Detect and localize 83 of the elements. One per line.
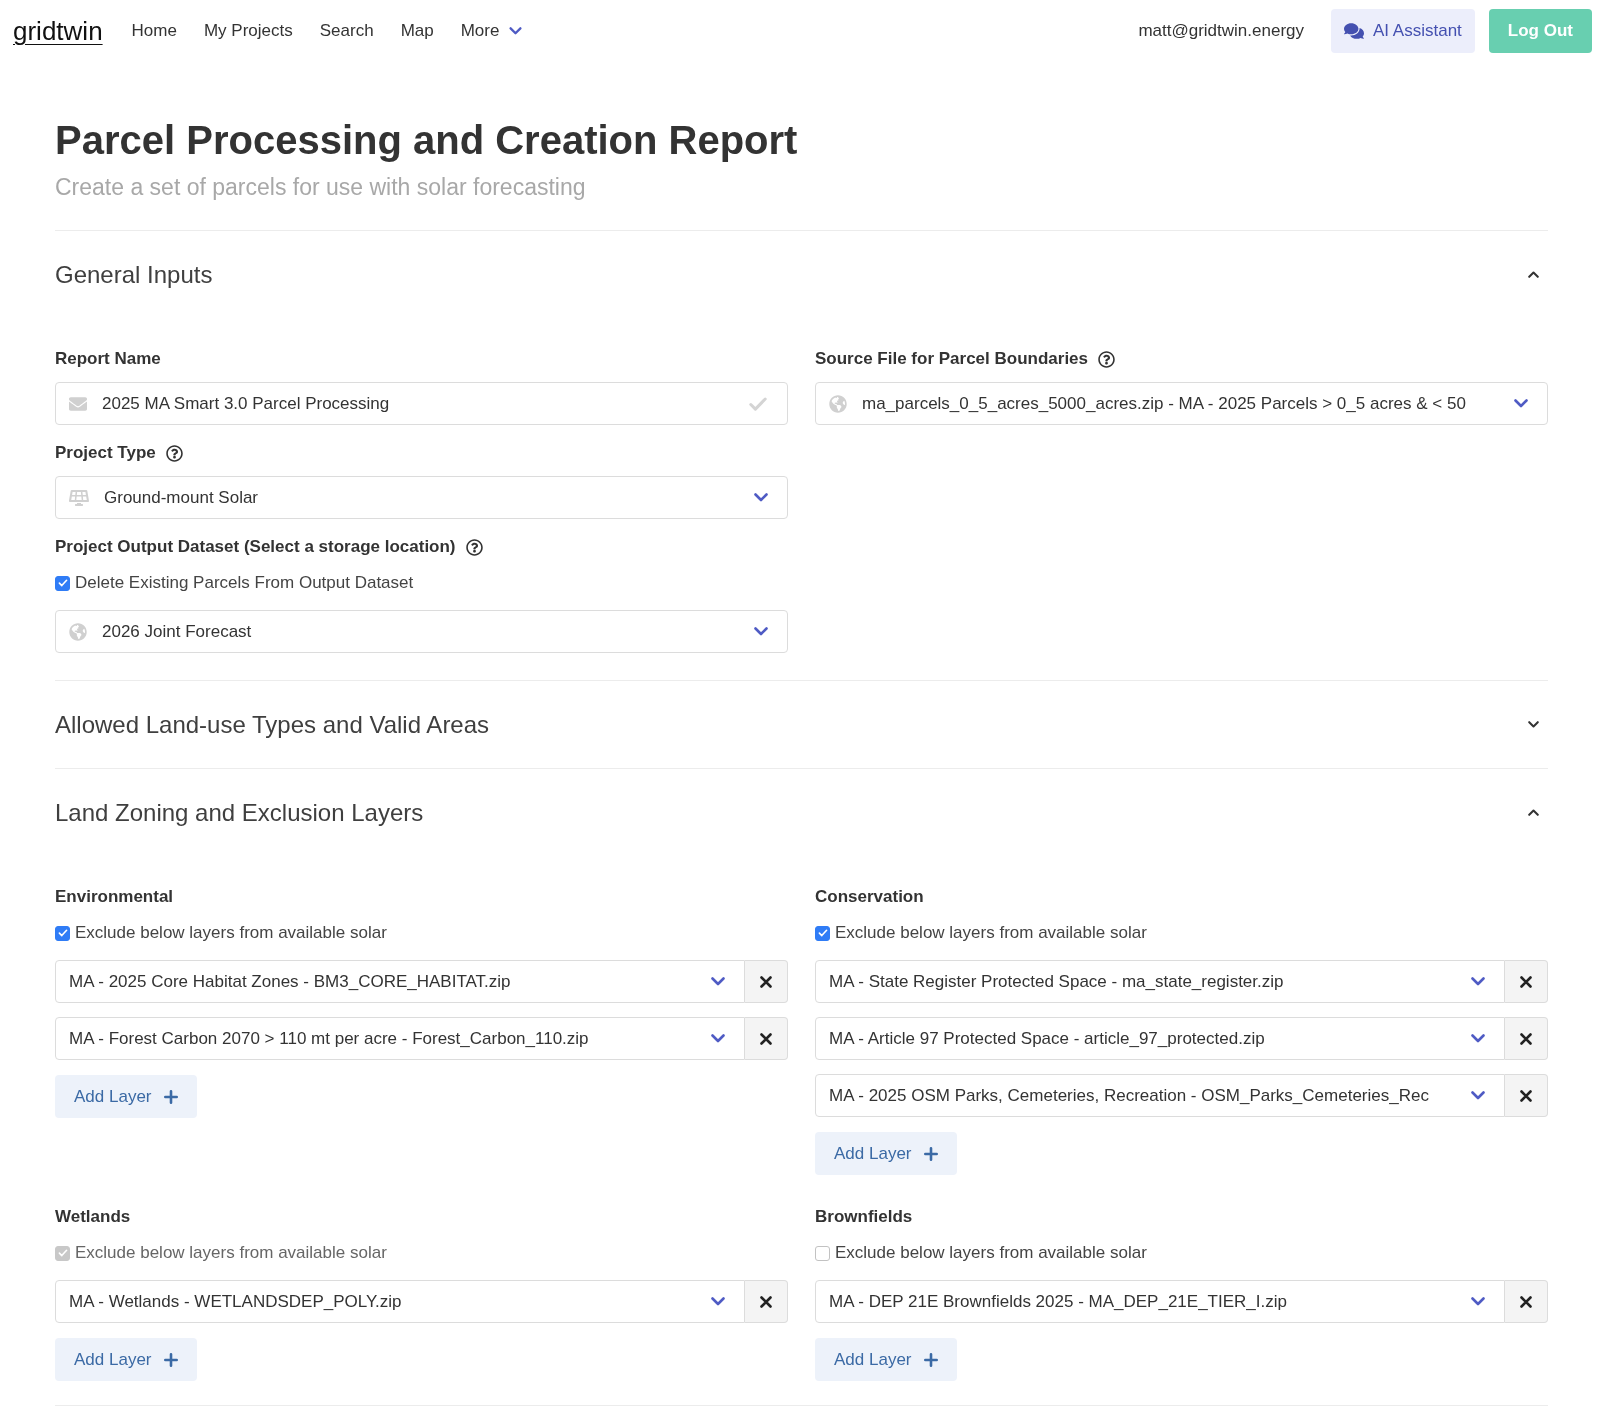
layer-select[interactable]: MA - 2025 Core Habitat Zones - BM3_CORE_HABITAT.zip — [55, 960, 745, 1003]
section-header[interactable]: Allowed Land-use Types and Valid Areas — [55, 680, 1548, 768]
chevron-down-icon — [1514, 399, 1528, 408]
checkbox-label: Exclude below layers from available solar — [835, 922, 1147, 944]
nav-link[interactable]: Search — [319, 18, 374, 44]
page-subtitle: Create a set of parcels for use with solar forecasting — [55, 173, 587, 201]
checkbox-label: Exclude below layers from available solar — [75, 922, 387, 944]
checkbox-label: Exclude below layers from available solar — [75, 1242, 387, 1264]
chevron-down-icon — [711, 1297, 725, 1306]
close-icon — [1520, 1295, 1532, 1308]
remove-layer-button[interactable] — [745, 960, 788, 1003]
page-title: Parcel Processing and Creation Report — [55, 117, 799, 164]
checkbox-label: Delete Existing Parcels From Output Dataset — [75, 572, 414, 594]
logo[interactable]: gridtwin — [13, 16, 103, 46]
chevron-down-icon — [754, 627, 768, 636]
remove-layer-button[interactable] — [1505, 1074, 1548, 1117]
ai-assistant-button[interactable]: AI Assistant — [1331, 9, 1475, 53]
solar-panel-icon — [69, 489, 89, 506]
add-layer-button[interactable]: Add Layer — [815, 1132, 957, 1175]
chevron-down-icon — [711, 1034, 725, 1043]
user-email: matt@gridtwin.energy — [1138, 20, 1304, 43]
checkbox[interactable] — [815, 1245, 830, 1261]
close-icon — [760, 1032, 772, 1045]
layer-select[interactable]: MA - Forest Carbon 2070 > 110 mt per acre - Forest_Carbon_110.zip — [55, 1017, 745, 1060]
select-field[interactable]: Ground-mount Solar — [55, 476, 788, 519]
field-label: Wetlands — [55, 1206, 131, 1228]
layer-select[interactable]: MA - 2025 OSM Parks, Cemeteries, Recreation - OSM_Parks_Cemeteries_Rec — [815, 1074, 1505, 1117]
field-label: Project Type — [55, 442, 156, 464]
chat-bubbles-icon — [1344, 22, 1364, 40]
more-menu[interactable]: More — [460, 18, 523, 44]
layer-select[interactable]: MA - DEP 21E Brownfields 2025 - MA_DEP_21E_TIER_I.zip — [815, 1280, 1505, 1323]
close-icon — [760, 975, 772, 988]
plus-icon — [163, 1352, 178, 1367]
remove-layer-button[interactable] — [745, 1280, 788, 1323]
field-label: Conservation — [815, 886, 924, 908]
checkbox-label: Exclude below layers from available solar — [835, 1242, 1147, 1264]
chevron-down-icon — [509, 27, 523, 35]
remove-layer-button[interactable] — [745, 1017, 788, 1060]
close-icon — [760, 1295, 772, 1308]
layer-select[interactable]: MA - Wetlands - WETLANDSDEP_POLY.zip — [55, 1280, 745, 1323]
select-field[interactable]: 2026 Joint Forecast — [55, 610, 788, 653]
chevron-down-icon — [1471, 977, 1485, 986]
help-icon — [465, 538, 483, 556]
close-icon — [1520, 975, 1532, 988]
nav-link[interactable]: Map — [400, 18, 434, 44]
chevron-down-icon — [1471, 1034, 1485, 1043]
help-icon — [1098, 350, 1116, 368]
chevron-down-icon — [1471, 1091, 1485, 1100]
chevron-down-icon — [1471, 1297, 1485, 1306]
globe-icon — [829, 394, 847, 413]
add-layer-button[interactable]: Add Layer — [55, 1338, 197, 1381]
check-icon — [749, 396, 767, 411]
remove-layer-button[interactable] — [1505, 1017, 1548, 1060]
field-label: Environmental — [55, 886, 174, 908]
chevron-down-icon — [711, 977, 725, 986]
plus-icon — [163, 1089, 178, 1104]
nav-link[interactable]: My Projects — [203, 18, 293, 44]
section-header[interactable]: General Inputs — [55, 230, 1548, 318]
section-header[interactable]: Land Zoning and Exclusion Layers — [55, 768, 1548, 856]
remove-layer-button[interactable] — [1505, 960, 1548, 1003]
remove-layer-button[interactable] — [1505, 1280, 1548, 1323]
add-layer-button[interactable]: Add Layer — [55, 1075, 197, 1118]
plus-icon — [923, 1352, 938, 1367]
checkbox[interactable] — [55, 925, 70, 941]
select-field[interactable]: ma_parcels_0_5_acres_5000_acres.zip - MA - 2025 Parcels > 0_5 acres & < 50 — [815, 382, 1548, 425]
field-label: Project Output Dataset (Select a storage location) — [55, 536, 456, 558]
checkbox[interactable] — [55, 575, 70, 591]
close-icon — [1520, 1089, 1532, 1102]
help-icon — [165, 444, 183, 462]
field-label: Report Name — [55, 348, 161, 370]
text-field[interactable]: 2025 MA Smart 3.0 Parcel Processing — [55, 382, 788, 425]
field-label: Source File for Parcel Boundaries — [815, 348, 1089, 370]
globe-icon — [69, 622, 87, 641]
plus-icon — [923, 1146, 938, 1161]
layer-select[interactable]: MA - Article 97 Protected Space - article_97_protected.zip — [815, 1017, 1505, 1060]
checkbox[interactable] — [815, 925, 830, 941]
envelope-icon — [69, 394, 87, 413]
field-label: Brownfields — [815, 1206, 913, 1228]
layer-select[interactable]: MA - State Register Protected Space - ma_state_register.zip — [815, 960, 1505, 1003]
add-layer-button[interactable]: Add Layer — [815, 1338, 957, 1381]
nav-link[interactable]: Home — [131, 18, 177, 44]
chevron-down-icon — [754, 493, 768, 502]
close-icon — [1520, 1032, 1532, 1045]
